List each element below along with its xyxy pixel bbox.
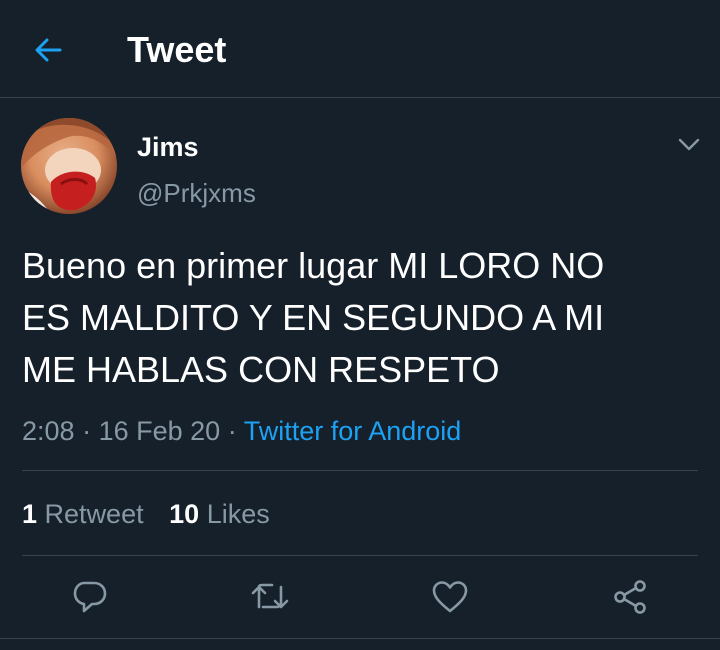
tweet-action-bar (0, 556, 720, 638)
author-display-name[interactable]: Jims (137, 130, 199, 164)
retweets-stat[interactable]: 1 Retweet (22, 497, 144, 531)
tweet-source-link[interactable]: Twitter for Android (244, 416, 462, 446)
top-app-bar: Tweet (0, 0, 720, 98)
page-title: Tweet (127, 29, 227, 70)
arrow-left-icon (35, 38, 62, 62)
like-button[interactable] (428, 575, 472, 619)
share-icon (614, 580, 646, 614)
tweet-stats: 1 Retweet 10 Likes (22, 497, 270, 531)
avatar[interactable] (21, 118, 117, 214)
author-handle[interactable]: @Prkjxms (137, 176, 256, 210)
likes-count: 10 (169, 499, 200, 529)
retweet-button[interactable] (248, 575, 292, 619)
divider (22, 470, 698, 471)
retweet-icon (251, 583, 289, 609)
likes-label: Likes (206, 499, 270, 529)
likes-stat[interactable]: 10 Likes (169, 497, 270, 531)
tweet-text-line: ES MALDITO Y EN SEGUNDO A MI (22, 297, 605, 338)
reply-icon (73, 581, 107, 613)
more-options-button[interactable] (672, 128, 706, 162)
share-button[interactable] (608, 575, 652, 619)
tweet-text: Bueno en primer lugar MI LORO NO ES MALD… (22, 240, 702, 396)
tweet-text-line: ME HABLAS CON RESPETO (22, 349, 500, 390)
retweets-label: Retweet (44, 499, 144, 529)
tweet-time: 2:08 (22, 416, 75, 446)
tweet-date: 16 Feb 20 (98, 416, 221, 446)
reply-button[interactable] (68, 575, 112, 619)
heart-icon (432, 581, 468, 613)
tweet-metadata: 2:08 · 16 Feb 20 · Twitter for Android (22, 414, 461, 448)
back-button[interactable] (28, 30, 68, 70)
divider (0, 638, 720, 639)
retweets-count: 1 (22, 499, 38, 529)
meta-separator: · (227, 416, 237, 446)
tweet-text-line: Bueno en primer lugar MI LORO NO (22, 245, 605, 286)
meta-separator: · (82, 416, 92, 446)
chevron-down-icon (678, 138, 700, 151)
